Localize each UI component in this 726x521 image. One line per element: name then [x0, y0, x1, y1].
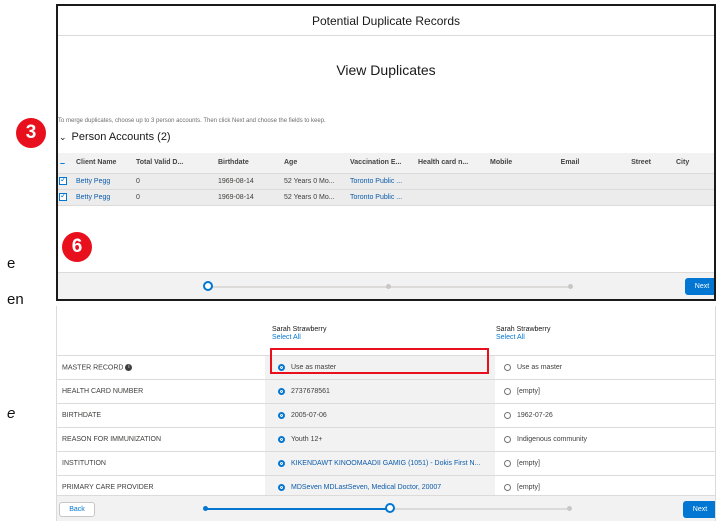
info-icon[interactable]: i: [125, 364, 133, 371]
merge-fields-panel: Sarah Strawberry Select All Sarah Strawb…: [56, 306, 716, 521]
field-row-reason: REASON FOR IMMUNIZATION Youth 12+ Indige…: [57, 427, 715, 451]
progress-step-1: [203, 506, 208, 511]
table-row: Betty Pegg 0 1969-08-14 52 Years 0 Mo...…: [58, 173, 714, 190]
radio-unselected-icon: [504, 460, 511, 467]
column-header[interactable]: Birthdate: [212, 153, 278, 174]
cell-total-valid-doses: 0: [130, 189, 212, 206]
modal-footer: Next: [58, 272, 714, 299]
master-record-highlight: [270, 348, 489, 374]
left-option[interactable]: 2005-07-06: [278, 412, 327, 419]
duplicate-records-modal: Potential Duplicate Records View Duplica…: [56, 4, 716, 301]
field-row-institution: INSTITUTION KIKENDAWT KINOOMAADII GAMIG …: [57, 451, 715, 475]
chevron-down-icon: ⌄: [59, 131, 67, 142]
column-header[interactable]: Street: [606, 153, 670, 174]
progress-step-2: [386, 284, 391, 289]
right-option[interactable]: [empty]: [504, 484, 540, 491]
select-all-link[interactable]: Select All: [496, 334, 550, 341]
column-header[interactable]: Vaccination E...: [344, 153, 412, 174]
radio-selected-icon: [278, 436, 285, 443]
row-checkbox[interactable]: [59, 175, 67, 185]
progress-track: [210, 286, 572, 288]
table-row: Betty Pegg 0 1969-08-14 52 Years 0 Mo...…: [58, 189, 714, 206]
duplicates-table: – Client Name Total Valid D... Birthdate…: [58, 153, 714, 206]
field-label: REASON FOR IMMUNIZATION: [62, 436, 162, 443]
record-name: Sarah Strawberry: [272, 326, 327, 333]
doc-fragment: en: [7, 291, 24, 308]
cell-vaccination-link[interactable]: Toronto Public ...: [344, 173, 412, 190]
left-option[interactable]: KIKENDAWT KINOOMAADII GAMIG (1051) - Dok…: [278, 460, 480, 467]
column-header[interactable]: Age: [278, 153, 344, 174]
radio-unselected-icon: [504, 412, 511, 419]
right-option[interactable]: Use as master: [504, 364, 562, 371]
right-option[interactable]: Indigenous community: [504, 436, 587, 443]
table-header-row: – Client Name Total Valid D... Birthdate…: [58, 153, 714, 174]
column-header[interactable]: Health card n...: [412, 153, 484, 174]
doc-fragment: e: [7, 255, 16, 272]
column-header[interactable]: Mobile: [484, 153, 528, 174]
left-option[interactable]: 2737678561: [278, 388, 330, 395]
radio-selected-icon: [278, 460, 285, 467]
progress-step-3: [568, 284, 573, 289]
column-header[interactable]: City: [670, 153, 714, 174]
right-option[interactable]: [empty]: [504, 388, 540, 395]
person-accounts-section-toggle[interactable]: ⌄ Person Accounts (2): [59, 131, 171, 143]
record-column-header-left: Sarah Strawberry Select All: [272, 326, 326, 341]
left-option[interactable]: Youth 12+: [278, 436, 322, 443]
radio-unselected-icon: [504, 436, 511, 443]
cell-vaccination-link[interactable]: Toronto Public ...: [344, 189, 412, 206]
doc-fragment: e: [7, 405, 16, 422]
field-row-birthdate: BIRTHDATE 2005-07-06 1962-07-26: [57, 403, 715, 427]
record-name: Sarah Strawberry: [496, 326, 551, 333]
client-name-link[interactable]: Betty Pegg: [70, 189, 130, 206]
next-button[interactable]: Next: [683, 501, 715, 518]
cell-total-valid-doses: 0: [130, 173, 212, 190]
field-label: HEALTH CARD NUMBER: [62, 388, 144, 395]
right-option[interactable]: [empty]: [504, 460, 540, 467]
right-option[interactable]: 1962-07-26: [504, 412, 553, 419]
back-button[interactable]: Back: [59, 502, 95, 517]
step-marker-6: 6: [62, 232, 92, 262]
progress-fill: [205, 508, 387, 510]
radio-unselected-icon: [504, 364, 511, 371]
next-button[interactable]: Next: [685, 278, 714, 295]
column-header[interactable]: Client Name: [70, 153, 130, 174]
section-label: Person Accounts (2): [71, 131, 171, 143]
progress-step-2: [385, 503, 395, 513]
record-column-header-right: Sarah Strawberry Select All: [496, 326, 550, 341]
progress-step-3: [567, 506, 572, 511]
page-subtitle: View Duplicates: [336, 62, 436, 78]
field-row-health-card: HEALTH CARD NUMBER 2737678561 [empty]: [57, 379, 715, 403]
column-header[interactable]: Total Valid D...: [130, 153, 212, 174]
select-all-rows-toggle[interactable]: –: [58, 153, 70, 174]
row-checkbox[interactable]: [59, 191, 67, 201]
field-label: PRIMARY CARE PROVIDER: [62, 484, 154, 491]
radio-selected-icon: [278, 412, 285, 419]
column-header[interactable]: Email: [528, 153, 606, 174]
radio-selected-icon: [278, 484, 285, 491]
cell-age: 52 Years 0 Mo...: [278, 189, 344, 206]
radio-unselected-icon: [504, 388, 511, 395]
cell-age: 52 Years 0 Mo...: [278, 173, 344, 190]
cell-birthdate: 1969-08-14: [212, 189, 278, 206]
step-marker-3: 3: [16, 118, 46, 148]
select-all-link[interactable]: Select All: [272, 334, 326, 341]
progress-step-1: [203, 281, 213, 291]
modal-title: Potential Duplicate Records: [58, 6, 714, 36]
radio-selected-icon: [278, 388, 285, 395]
radio-unselected-icon: [504, 484, 511, 491]
field-label: MASTER RECORD i: [62, 364, 133, 371]
cell-birthdate: 1969-08-14: [212, 173, 278, 190]
field-label: INSTITUTION: [62, 460, 106, 467]
client-name-link[interactable]: Betty Pegg: [70, 173, 130, 190]
merge-instruction: To merge duplicates, choose up to 3 pers…: [58, 118, 326, 124]
left-option[interactable]: MDSeven MDLastSeven, Medical Doctor, 200…: [278, 484, 441, 491]
field-label: BIRTHDATE: [62, 412, 102, 419]
merge-footer: Back Next: [57, 495, 715, 521]
